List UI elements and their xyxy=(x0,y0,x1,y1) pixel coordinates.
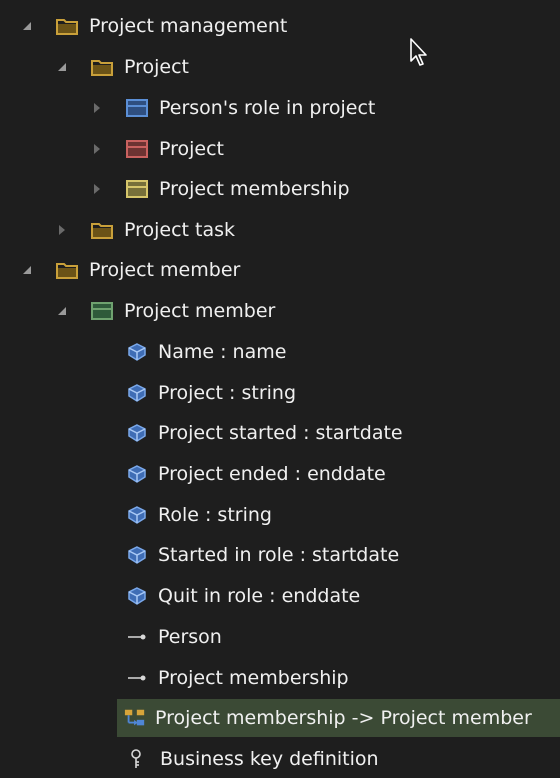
model-tree: Project management Project Person's role… xyxy=(0,0,560,778)
tree-node-label: Project membership xyxy=(159,178,350,200)
tree-node-project-member-folder[interactable]: Project member xyxy=(0,251,560,289)
tree-node-project-management[interactable]: Project management xyxy=(0,7,560,45)
tree-node-attribute-project-started[interactable]: Project started : startdate xyxy=(0,414,560,452)
tree-node-project-membership-entity[interactable]: Project membership xyxy=(0,170,560,208)
entity-blue-icon xyxy=(126,99,148,117)
key-icon xyxy=(128,749,144,768)
attribute-icon xyxy=(126,384,148,402)
tree-node-label: Business key definition xyxy=(160,748,379,770)
tree-node-label: Project management xyxy=(89,15,288,37)
tree-node-label: Project membership -> Project member xyxy=(155,707,532,729)
tree-node-attribute-project-ended[interactable]: Project ended : enddate xyxy=(0,455,560,493)
mouse-cursor-icon xyxy=(410,38,427,66)
attribute-icon xyxy=(126,506,148,524)
tree-node-project-task[interactable]: Project task xyxy=(0,211,560,249)
tree-node-label: Project member xyxy=(124,300,276,322)
tree-node-attribute-started-in-role[interactable]: Started in role : startdate xyxy=(0,536,560,574)
attribute-icon xyxy=(126,465,148,483)
collapsed-arrow-icon[interactable] xyxy=(90,142,104,156)
tree-node-relationship-selected[interactable]: Project membership -> Project member xyxy=(117,699,560,737)
attribute-icon xyxy=(126,343,148,361)
tree-node-project-entity[interactable]: Project xyxy=(0,130,560,168)
tree-node-attribute-project[interactable]: Project : string xyxy=(0,374,560,412)
entity-red-icon xyxy=(126,140,148,158)
folder-icon xyxy=(91,221,113,239)
tree-node-reference-project-membership[interactable]: Project membership xyxy=(0,659,560,697)
tree-node-label: Project started : startdate xyxy=(158,422,403,444)
tree-node-project-folder[interactable]: Project xyxy=(0,48,560,86)
attribute-icon xyxy=(126,424,148,442)
tree-node-label: Project member xyxy=(89,259,241,281)
tree-node-label: Person's role in project xyxy=(159,97,376,119)
tree-node-label: Project membership xyxy=(158,667,349,689)
folder-icon xyxy=(56,261,78,279)
collapsed-arrow-icon[interactable] xyxy=(90,182,104,196)
expanded-arrow-icon[interactable] xyxy=(55,304,69,318)
tree-node-project-member-entity[interactable]: Project member xyxy=(0,292,560,330)
tree-node-label: Project xyxy=(159,138,225,160)
tree-node-attribute-name[interactable]: Name : name xyxy=(0,333,560,371)
tree-node-label: Person xyxy=(158,626,222,648)
collapsed-arrow-icon[interactable] xyxy=(55,223,69,237)
tree-node-attribute-role[interactable]: Role : string xyxy=(0,496,560,534)
tree-node-label: Quit in role : enddate xyxy=(158,585,361,607)
collapsed-arrow-icon[interactable] xyxy=(90,101,104,115)
tree-node-reference-person[interactable]: Person xyxy=(0,618,560,656)
tree-node-label: Project : string xyxy=(158,382,297,404)
folder-icon xyxy=(56,17,78,35)
expanded-arrow-icon[interactable] xyxy=(55,60,69,74)
tree-node-label: Project task xyxy=(124,219,236,241)
tree-node-label: Role : string xyxy=(158,504,272,526)
expanded-arrow-icon[interactable] xyxy=(20,19,34,33)
tree-node-label: Project ended : enddate xyxy=(158,463,386,485)
entity-yellow-icon xyxy=(126,180,148,198)
relationship-icon xyxy=(124,709,146,727)
entity-green-icon xyxy=(91,302,113,320)
tree-node-business-key-definition[interactable]: Business key definition xyxy=(0,740,560,778)
tree-node-label: Name : name xyxy=(158,341,287,363)
attribute-icon xyxy=(126,587,148,605)
tree-node-label: Project xyxy=(124,56,190,78)
tree-node-label: Started in role : startdate xyxy=(158,544,400,566)
tree-node-persons-role-in-project[interactable]: Person's role in project xyxy=(0,89,560,127)
attribute-icon xyxy=(126,546,148,564)
folder-icon xyxy=(91,58,113,76)
reference-icon xyxy=(126,669,148,687)
tree-node-attribute-quit-in-role[interactable]: Quit in role : enddate xyxy=(0,577,560,615)
expanded-arrow-icon[interactable] xyxy=(20,263,34,277)
reference-icon xyxy=(126,628,148,646)
